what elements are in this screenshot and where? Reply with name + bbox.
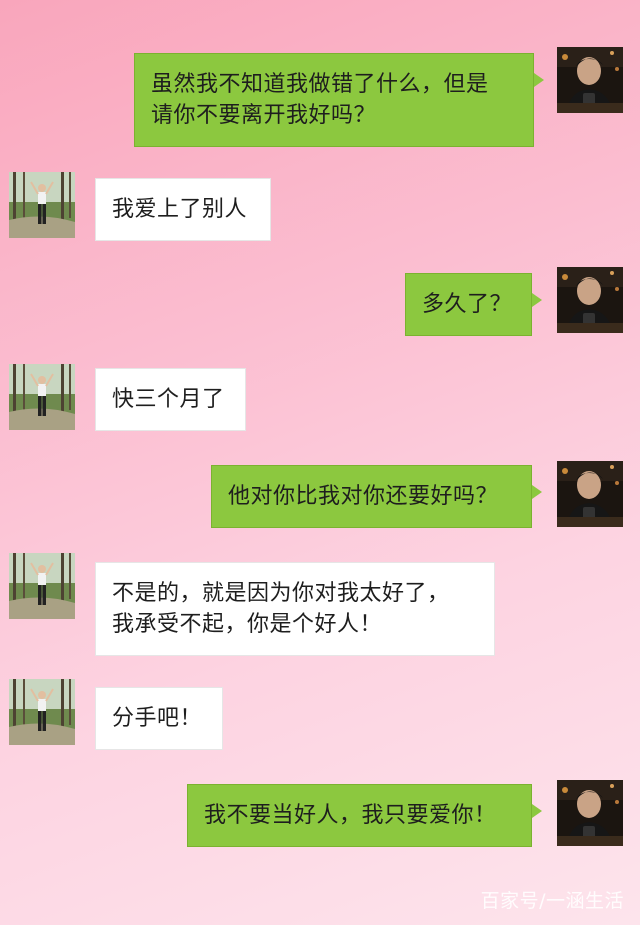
my-message-bubble[interactable]: 我不要当好人，我只要爱你！ — [187, 784, 542, 847]
man-portrait-avatar-icon — [557, 267, 623, 333]
man-portrait-avatar-icon — [557, 47, 623, 113]
woman-in-forest-avatar-icon — [9, 172, 75, 238]
message-line: 我爱上了别人 — [112, 197, 248, 222]
message-line: 他对你比我对你还要好吗？ — [228, 484, 499, 509]
her-message-bubble[interactable]: 分手吧！ — [95, 687, 223, 750]
her-avatar[interactable] — [9, 172, 75, 238]
my-avatar[interactable] — [557, 267, 623, 333]
my-avatar[interactable] — [557, 461, 623, 527]
her-avatar[interactable] — [9, 553, 75, 619]
message-line: 快三个月了 — [112, 387, 225, 412]
watermark: 百家号/一涵生活 — [480, 890, 624, 912]
man-portrait-avatar-icon — [557, 780, 623, 846]
message-line: 不是的，就是因为你对我太好了， — [112, 581, 450, 606]
my-avatar[interactable] — [557, 780, 623, 846]
man-portrait-avatar-icon — [557, 461, 623, 527]
woman-in-forest-avatar-icon — [9, 553, 75, 619]
message-line: 我承受不起，你是个好人！ — [112, 612, 383, 637]
woman-in-forest-avatar-icon — [9, 364, 75, 430]
her-message-bubble[interactable]: 快三个月了 — [95, 368, 246, 431]
message-line: 虽然我不知道我做错了什么，但是 — [151, 72, 489, 97]
my-avatar[interactable] — [557, 47, 623, 113]
her-avatar[interactable] — [9, 679, 75, 745]
message-line: 多久了？ — [422, 292, 513, 317]
my-message-bubble[interactable]: 多久了？ — [405, 273, 542, 336]
her-message-bubble[interactable]: 不是的，就是因为你对我太好了， 我承受不起，你是个好人！ — [95, 562, 495, 656]
message-line: 分手吧！ — [112, 706, 203, 731]
her-avatar[interactable] — [9, 364, 75, 430]
message-line: 请你不要离开我好吗？ — [151, 103, 377, 128]
her-message-bubble[interactable]: 我爱上了别人 — [95, 178, 271, 241]
woman-in-forest-avatar-icon — [9, 679, 75, 745]
message-line: 我不要当好人，我只要爱你！ — [204, 803, 497, 828]
my-message-bubble[interactable]: 他对你比我对你还要好吗？ — [211, 465, 542, 528]
my-message-bubble[interactable]: 虽然我不知道我做错了什么，但是 请你不要离开我好吗？ — [134, 53, 544, 147]
